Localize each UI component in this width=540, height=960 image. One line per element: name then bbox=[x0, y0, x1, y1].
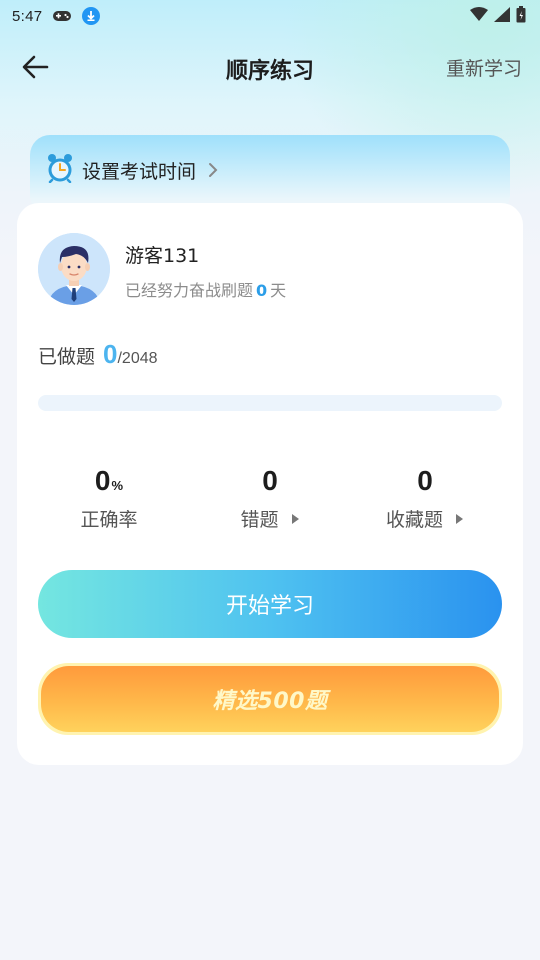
wrong-questions-stat[interactable]: 0 错题 bbox=[200, 465, 340, 532]
set-exam-time-label: 设置考试时间 bbox=[82, 160, 197, 183]
wrong-questions-value: 0 bbox=[262, 465, 278, 496]
accuracy-stat: 0% 正确率 bbox=[39, 465, 179, 532]
questions-total: /2048 bbox=[117, 350, 158, 367]
navigation-bar: 顺序练习 重新学习 bbox=[0, 40, 540, 96]
study-days-count: 0 bbox=[256, 281, 268, 300]
questions-done-count: 0 bbox=[103, 339, 118, 369]
accuracy-unit: % bbox=[111, 478, 124, 493]
arrow-left-icon bbox=[22, 55, 49, 79]
favorites-label-text: 收藏题 bbox=[385, 509, 443, 531]
restart-learning-button[interactable]: 重新学习 bbox=[446, 54, 522, 81]
battery-icon bbox=[516, 5, 526, 27]
wrong-questions-label: 错题 bbox=[200, 505, 340, 532]
selected-500-button[interactable]: 精选500题 bbox=[38, 663, 502, 735]
study-days-suffix: 天 bbox=[270, 281, 287, 300]
signal-icon bbox=[494, 6, 510, 26]
progress-bar bbox=[38, 395, 502, 411]
triangle-right-icon bbox=[291, 513, 300, 525]
study-days-prefix: 已经努力奋战刷题 bbox=[125, 281, 254, 300]
accuracy-label-text: 正确率 bbox=[80, 509, 138, 531]
back-button[interactable] bbox=[18, 50, 52, 84]
accuracy-label: 正确率 bbox=[39, 505, 179, 532]
gamepad-icon bbox=[52, 9, 72, 23]
alarm-clock-icon bbox=[46, 153, 74, 187]
avatar bbox=[38, 233, 110, 305]
favorites-label: 收藏题 bbox=[355, 505, 495, 532]
wifi-icon bbox=[470, 7, 488, 25]
wrong-questions-label-text: 错题 bbox=[240, 509, 279, 531]
download-icon bbox=[82, 7, 101, 25]
questions-done-row: 已做题 0 /2048 bbox=[38, 339, 158, 370]
accuracy-number: 0 bbox=[94, 465, 111, 496]
start-learning-button[interactable]: 开始学习 bbox=[38, 570, 502, 638]
favorites-stat[interactable]: 0 收藏题 bbox=[355, 465, 495, 532]
chevron-right-icon bbox=[208, 162, 218, 178]
selected-500-label: 精选500题 bbox=[41, 666, 499, 732]
user-name: 游客131 bbox=[125, 245, 200, 267]
status-time: 5:47 bbox=[12, 7, 43, 25]
user-avatar-icon bbox=[38, 233, 110, 305]
study-days-text: 已经努力奋战刷题 0 天 bbox=[125, 277, 286, 301]
questions-done-label: 已做题 bbox=[38, 346, 96, 368]
practice-card: 游客131 已经努力奋战刷题 0 天 已做题 0 /2048 0% 正确率 0 错题… bbox=[17, 203, 523, 765]
favorites-value: 0 bbox=[417, 465, 433, 496]
status-bar: 5:47 bbox=[0, 0, 540, 32]
triangle-right-icon bbox=[455, 513, 464, 525]
accuracy-value: 0% bbox=[39, 465, 179, 497]
